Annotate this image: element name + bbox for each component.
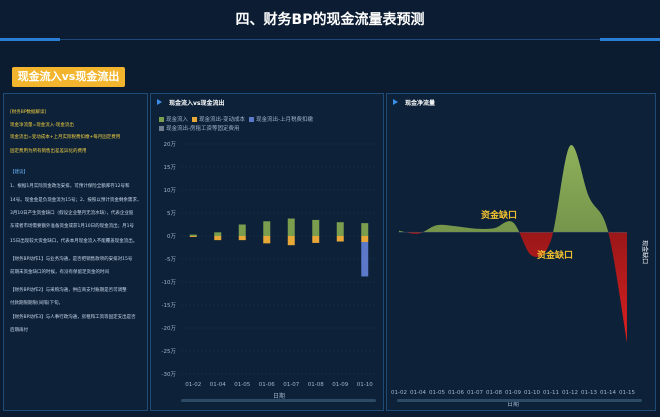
analysis-line: 固定费用为所有销售出差差异化的费用 xyxy=(10,149,87,154)
gap-annotation-vertical: 现金缺口 xyxy=(641,240,649,264)
bar-segment[interactable] xyxy=(238,224,246,237)
bar-segment[interactable] xyxy=(312,236,320,243)
title-accent-right xyxy=(600,38,660,41)
analysis-line: 14号。现金金是负现金流为15号；2、按照以预计资金剩余需求， xyxy=(10,198,142,203)
analysis-line: 【建议】 xyxy=(10,170,28,175)
bar-segment[interactable] xyxy=(361,223,369,236)
bar-segment[interactable] xyxy=(214,232,222,236)
y-tick-label: -10万 xyxy=(162,279,177,286)
x-tick-label: 01-12 xyxy=(562,390,578,396)
page: 四、财务BP的现金流量表预测 现金流入vs现金流出 [财务BP数据解读] 现金净流… xyxy=(0,0,660,417)
x-tick-label: 01-07 xyxy=(467,390,483,396)
y-tick-label: 20万 xyxy=(164,141,177,148)
y-tick-label: 15万 xyxy=(164,164,177,171)
title-bar: 四、财务BP的现金流量表预测 xyxy=(0,0,660,41)
bar-segment[interactable] xyxy=(312,219,320,236)
y-tick-label: -20万 xyxy=(162,325,177,332)
x-tick-label: 01-02 xyxy=(185,382,201,388)
net-positive-area xyxy=(399,145,609,233)
net-cashflow-panel: 现金净流量 01-02 01-04 01-05 01-06 01-07 01-08 01-0… xyxy=(386,93,656,411)
net-negative-area xyxy=(399,232,627,343)
net-chart-scrollbar[interactable] xyxy=(397,399,642,402)
cashflow-bar-panel: 现金流入vs现金流出 现金流入 现金流出-变动成本 现金流出-上月税费扣缴现金流出-… xyxy=(150,93,384,411)
x-tick-label: 01-10 xyxy=(524,390,540,396)
y-tick-label: -15万 xyxy=(162,302,177,309)
y-tick-label: 0万 xyxy=(167,233,176,240)
analysis-line: 付款期限期限(间隔)下旬。 xyxy=(10,301,64,306)
bar-segment[interactable] xyxy=(287,218,295,236)
x-tick-label: 01-04 xyxy=(410,390,426,396)
x-tick-label: 01-08 xyxy=(308,382,324,388)
x-tick-label: 01-13 xyxy=(581,390,597,396)
analysis-line: 现金净流量=现金流入-现金流出 xyxy=(10,123,74,128)
bar-chart-scrollbar[interactable] xyxy=(181,399,376,402)
analysis-line: 现金流出=变动成本+上月实际税费扣缴+每月固定费用 xyxy=(10,135,121,140)
y-tick-label: 10万 xyxy=(164,187,177,194)
x-tick-label: 01-04 xyxy=(210,382,226,388)
bar-segment[interactable] xyxy=(287,236,295,246)
x-tick-label: 01-11 xyxy=(543,390,559,396)
bar-segment[interactable] xyxy=(336,236,344,242)
analysis-line: 前期末资金缺口的时候，有没有保留足资金的时间 xyxy=(10,270,109,275)
x-tick-label: 01-09 xyxy=(505,390,521,396)
bar-segment[interactable] xyxy=(238,236,246,241)
net-cashflow-chart: 01-02 01-04 01-05 01-06 01-07 01-08 01-09 01-10… xyxy=(391,145,649,408)
x-tick-label: 01-07 xyxy=(283,382,299,388)
analysis-line: 1、根据1月实际资金政治安排，可预计保险全额库存12号和 xyxy=(10,184,130,189)
bar-segment[interactable] xyxy=(361,236,369,242)
x-tick-label: 01-09 xyxy=(332,382,348,388)
cashflow-bar-chart: 20万 15万 10万 5万 0万 -5万 -10万 -15万 -20万 -25万 -30万 01-0… xyxy=(162,141,377,400)
bar-segment[interactable] xyxy=(361,241,369,277)
x-tick-label: 01-14 xyxy=(600,390,616,396)
bar-segment[interactable] xyxy=(189,236,197,237)
x-tick-label: 01-06 xyxy=(259,382,275,388)
y-tick-label: -5万 xyxy=(165,256,176,263)
page-title: 四、财务BP的现金流量表预测 xyxy=(235,12,425,28)
analysis-line: [财务BP数据解读] xyxy=(10,110,47,115)
analysis-line: 15日出现较大资金缺口，代表本月现金流入不能覆盖现金流出。 xyxy=(10,239,138,244)
bar-segment[interactable] xyxy=(336,222,344,236)
x-tick-label: 01-05 xyxy=(429,390,445,396)
cashflow-bar-title: 现金流入vs现金流出 xyxy=(169,100,225,107)
analysis-line: 【财务BP动作2】与采购沟通，供应商支付账期是否可调整 xyxy=(10,288,127,293)
panel-marker-icon xyxy=(393,99,398,105)
title-accent-left xyxy=(0,38,60,41)
x-tick-label: 01-02 xyxy=(391,390,407,396)
net-cashflow-title: 现金净流量 xyxy=(405,100,436,107)
analysis-line: 东或者市场需要额外准备资金或获1月10日的现金流出；月1号 xyxy=(10,224,134,229)
x-tick-label: 01-15 xyxy=(619,390,635,396)
bar-segment[interactable] xyxy=(263,221,271,236)
x-tick-label: 01-06 xyxy=(448,390,464,396)
bar-segment[interactable] xyxy=(189,234,197,236)
x-tick-label: 01-10 xyxy=(357,382,373,388)
analysis-line: 3月10日产生资金缺口（假设企业整月无流水缺），代表企业股 xyxy=(10,211,134,216)
panel-marker-icon xyxy=(157,99,162,105)
analysis-panel: [财务BP数据解读] 现金净流量=现金流入-现金流出现金流出=变动成本+上月实际税… xyxy=(3,93,148,411)
y-tick-label: 5万 xyxy=(167,210,176,217)
section-badge: 现金流入vs现金流出 xyxy=(12,67,125,87)
y-tick-label: -30万 xyxy=(162,371,177,378)
x-tick-label: 01-08 xyxy=(486,390,502,396)
x-tick-label: 01-05 xyxy=(234,382,250,388)
analysis-line: 【财务BP动作3】与人事行政沟通，房租和工资等固定支出是否 xyxy=(10,315,136,320)
gap-annotation: 资金缺口 xyxy=(537,249,573,261)
analysis-line: 后期再付 xyxy=(10,328,28,333)
bar-segment[interactable] xyxy=(263,236,271,244)
bar-segment[interactable] xyxy=(214,236,222,241)
y-tick-label: -25万 xyxy=(162,348,177,355)
analysis-line: 【财务BP动作1】与业务沟通，是否把销售款项的安排对15号 xyxy=(10,257,133,262)
gap-annotation: 资金缺口 xyxy=(481,209,517,221)
